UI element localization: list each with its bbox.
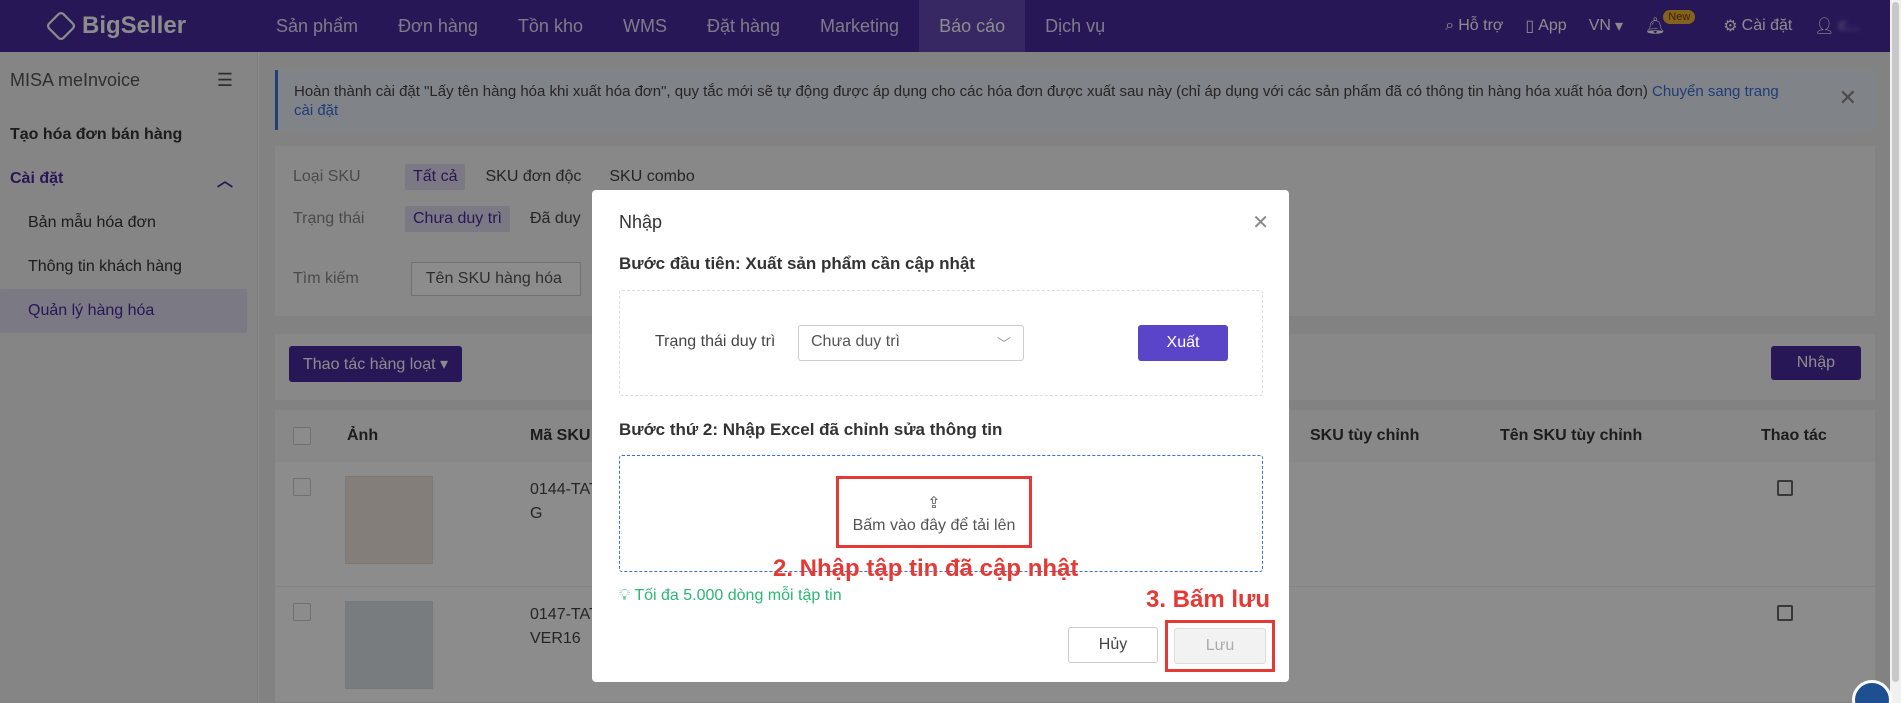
scrollbar-thumb[interactable]	[1892, 2, 1899, 682]
upload-icon: ⇪	[927, 495, 941, 512]
cancel-button[interactable]: Hủy	[1068, 627, 1158, 663]
step1-heading: Bước đầu tiên: Xuất sản phẩm cần cập nhậ…	[619, 254, 975, 273]
upload-text: Bấm vào đây để tải lên	[852, 517, 1016, 534]
export-button[interactable]: Xuất	[1138, 325, 1228, 361]
import-modal: Nhập ✕ Bước đầu tiên: Xuất sản phẩm cần …	[592, 190, 1289, 682]
chevron-down-icon: ﹀	[997, 336, 1011, 352]
status-label: Trạng thái duy trì	[655, 333, 776, 350]
annotation-upload: 2. Nhập tập tin đã cập nhật	[773, 555, 1079, 582]
step2-heading: Bước thứ 2: Nhập Excel đã chỉnh sửa thôn…	[619, 420, 1003, 439]
upload-area[interactable]: ⇪ Bấm vào đây để tải lên	[836, 476, 1032, 548]
export-section: Trạng thái duy trì Chưa duy trì ﹀ Xuất	[619, 290, 1263, 396]
lightbulb-icon: 💡︎	[619, 587, 631, 604]
modal-title: Nhập	[619, 212, 663, 232]
close-icon[interactable]: ✕	[1252, 210, 1269, 235]
save-highlight: Lưu	[1165, 620, 1275, 672]
save-button[interactable]: Lưu	[1174, 628, 1266, 664]
annotation-save: 3. Bấm lưu	[1146, 586, 1271, 613]
status-dropdown[interactable]: Chưa duy trì ﹀	[798, 325, 1024, 361]
file-limit-hint: 💡︎ Tối đa 5.000 dòng mỗi tập tin	[619, 587, 842, 604]
page-scrollbar[interactable]	[1890, 0, 1901, 703]
